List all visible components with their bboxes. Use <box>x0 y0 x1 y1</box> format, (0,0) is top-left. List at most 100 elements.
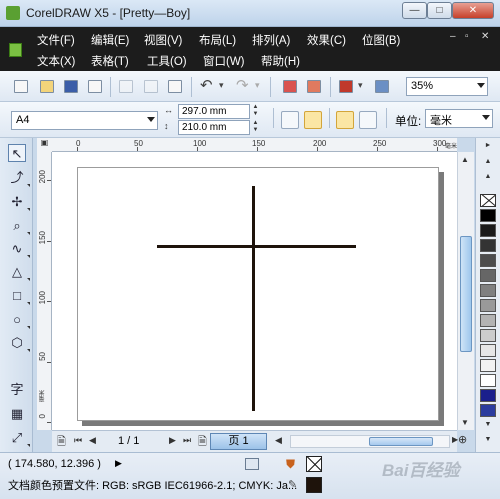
menu-file[interactable]: 文件(F) <box>37 32 75 48</box>
freehand-tool[interactable]: ∿ <box>8 240 26 258</box>
color-swatch[interactable] <box>480 299 496 312</box>
crop-tool[interactable]: ✢ <box>8 193 26 211</box>
menu-effects[interactable]: 效果(C) <box>307 32 346 48</box>
previous-page-icon[interactable]: ◀ <box>89 435 96 446</box>
application-launcher-icon[interactable] <box>339 80 353 93</box>
landscape-button[interactable] <box>304 111 322 129</box>
color-swatch[interactable] <box>480 209 496 222</box>
pick-tool[interactable]: ↖ <box>8 144 26 162</box>
print-icon[interactable] <box>88 80 102 93</box>
color-swatch[interactable] <box>480 239 496 252</box>
palette-menu-icon[interactable]: ► <box>481 142 495 152</box>
doc-close-button[interactable]: ✕ <box>481 31 489 42</box>
play-icon[interactable]: ▶ <box>115 458 122 469</box>
open-icon[interactable] <box>40 80 54 93</box>
scroll-down-icon[interactable]: ▼ <box>461 418 469 427</box>
polygon-tool[interactable]: ⬡ <box>8 334 26 352</box>
menu-layout[interactable]: 布局(L) <box>199 32 236 48</box>
minimize-button[interactable]: — <box>402 2 427 19</box>
scroll-up-icon[interactable]: ▲ <box>461 155 469 164</box>
first-page-icon[interactable]: ⏮ <box>74 435 82 446</box>
horizontal-scrollbar[interactable] <box>290 435 450 448</box>
menu-edit[interactable]: 编辑(E) <box>91 32 129 48</box>
snap-icon[interactable] <box>245 458 259 470</box>
welcome-screen-icon[interactable] <box>375 80 389 93</box>
scroll-left-icon[interactable]: ◀ <box>275 435 282 446</box>
color-swatch[interactable] <box>480 344 496 357</box>
undo-icon[interactable]: ↶ <box>200 76 213 94</box>
paste-icon[interactable] <box>168 80 182 93</box>
zoom-tool[interactable]: ⌕ <box>8 217 26 235</box>
color-swatch[interactable] <box>480 254 496 267</box>
fill-color-swatch[interactable] <box>306 456 322 472</box>
page-width-field[interactable]: 297.0 mm <box>178 104 250 119</box>
menu-text[interactable]: 文本(X) <box>37 53 75 69</box>
color-swatch[interactable] <box>480 359 496 372</box>
portrait-button[interactable] <box>281 111 299 129</box>
palette-scroll-up-icon[interactable]: ▲ <box>481 173 495 183</box>
text-tool[interactable]: 字 <box>8 381 26 399</box>
undo-dropdown-icon[interactable]: ▾ <box>219 80 224 91</box>
color-swatch[interactable] <box>480 224 496 237</box>
coreldraw-app-icon[interactable] <box>6 6 20 20</box>
export-icon[interactable] <box>307 80 321 93</box>
redo-dropdown-icon[interactable]: ▾ <box>255 80 260 91</box>
page-options-icon[interactable]: 🗎 <box>57 433 66 452</box>
menu-tools[interactable]: 工具(O) <box>147 53 187 69</box>
rectangle-tool[interactable]: □ <box>8 287 26 305</box>
menu-table[interactable]: 表格(T) <box>91 53 129 69</box>
horizontal-ruler[interactable]: 0 50 100 150 200 250 300 毫米 <box>52 138 457 152</box>
vertical-scroll-thumb[interactable] <box>460 236 472 352</box>
color-swatch[interactable] <box>480 374 496 387</box>
color-swatch[interactable] <box>480 314 496 327</box>
add-page-icon[interactable]: 🗎 <box>198 433 207 452</box>
ellipse-tool[interactable]: ○ <box>8 311 26 329</box>
all-pages-button[interactable] <box>336 111 354 129</box>
color-profile-text[interactable]: 文档颜色预置文件: RGB: sRGB IEC61966-2.1; CMYK: … <box>8 477 297 493</box>
palette-scroll-up-icon[interactable]: ▲ <box>481 158 495 168</box>
new-icon[interactable] <box>14 80 28 93</box>
navigator-zoom-icon[interactable]: ⊕ <box>458 433 467 446</box>
menu-window[interactable]: 窗口(W) <box>203 53 245 69</box>
vertical-scrollbar[interactable]: ▲ ▼ <box>457 152 474 430</box>
page-tab[interactable]: 页 1 <box>210 433 267 450</box>
doc-restore-button[interactable]: ▫ <box>465 31 469 42</box>
redo-icon[interactable]: ↷ <box>236 76 249 94</box>
table-tool[interactable]: ▦ <box>8 405 26 423</box>
document-icon[interactable] <box>9 43 22 57</box>
width-spinner[interactable]: ▲ ▼ <box>251 104 260 119</box>
copy-icon[interactable] <box>144 80 158 93</box>
dimension-tool[interactable]: ⤢ <box>8 429 26 447</box>
smart-fill-tool[interactable]: △ <box>8 263 26 281</box>
horizontal-scroll-thumb[interactable] <box>369 437 433 446</box>
color-swatch[interactable] <box>480 284 496 297</box>
ruler-origin[interactable]: ▣ <box>37 138 52 152</box>
import-icon[interactable] <box>283 80 297 93</box>
menu-help[interactable]: 帮助(H) <box>261 53 300 69</box>
menu-bitmaps[interactable]: 位图(B) <box>362 32 400 48</box>
palette-expand-icon[interactable]: ▼ <box>481 436 495 446</box>
launcher-dropdown-icon[interactable]: ▾ <box>358 80 363 91</box>
last-page-icon[interactable]: ⏭ <box>183 435 191 446</box>
horizontal-line-shape[interactable] <box>157 245 356 248</box>
no-color-swatch[interactable] <box>480 194 496 207</box>
units-select[interactable]: 毫米 <box>425 109 493 128</box>
vertical-ruler[interactable]: 200 150 100 50 0 毫米 <box>37 152 52 430</box>
palette-scroll-down-icon[interactable]: ▼ <box>481 421 495 431</box>
doc-minimize-button[interactable]: – <box>450 31 456 42</box>
save-icon[interactable] <box>64 80 78 93</box>
color-swatch[interactable] <box>480 389 496 402</box>
vertical-line-shape[interactable] <box>252 186 255 411</box>
shape-tool[interactable]: ⤴ <box>8 169 26 187</box>
zoom-level-select[interactable]: 35% <box>406 77 488 96</box>
maximize-button[interactable]: □ <box>427 2 452 19</box>
color-swatch[interactable] <box>480 269 496 282</box>
paper-size-select[interactable]: A4 <box>11 111 158 130</box>
current-page-button[interactable] <box>359 111 377 129</box>
menu-arrange[interactable]: 排列(A) <box>252 32 290 48</box>
color-swatch[interactable] <box>480 329 496 342</box>
next-page-icon[interactable]: ▶ <box>169 435 176 446</box>
outline-color-swatch[interactable] <box>306 477 322 493</box>
drawing-page[interactable] <box>77 167 439 421</box>
close-button[interactable]: ✕ <box>452 2 494 19</box>
